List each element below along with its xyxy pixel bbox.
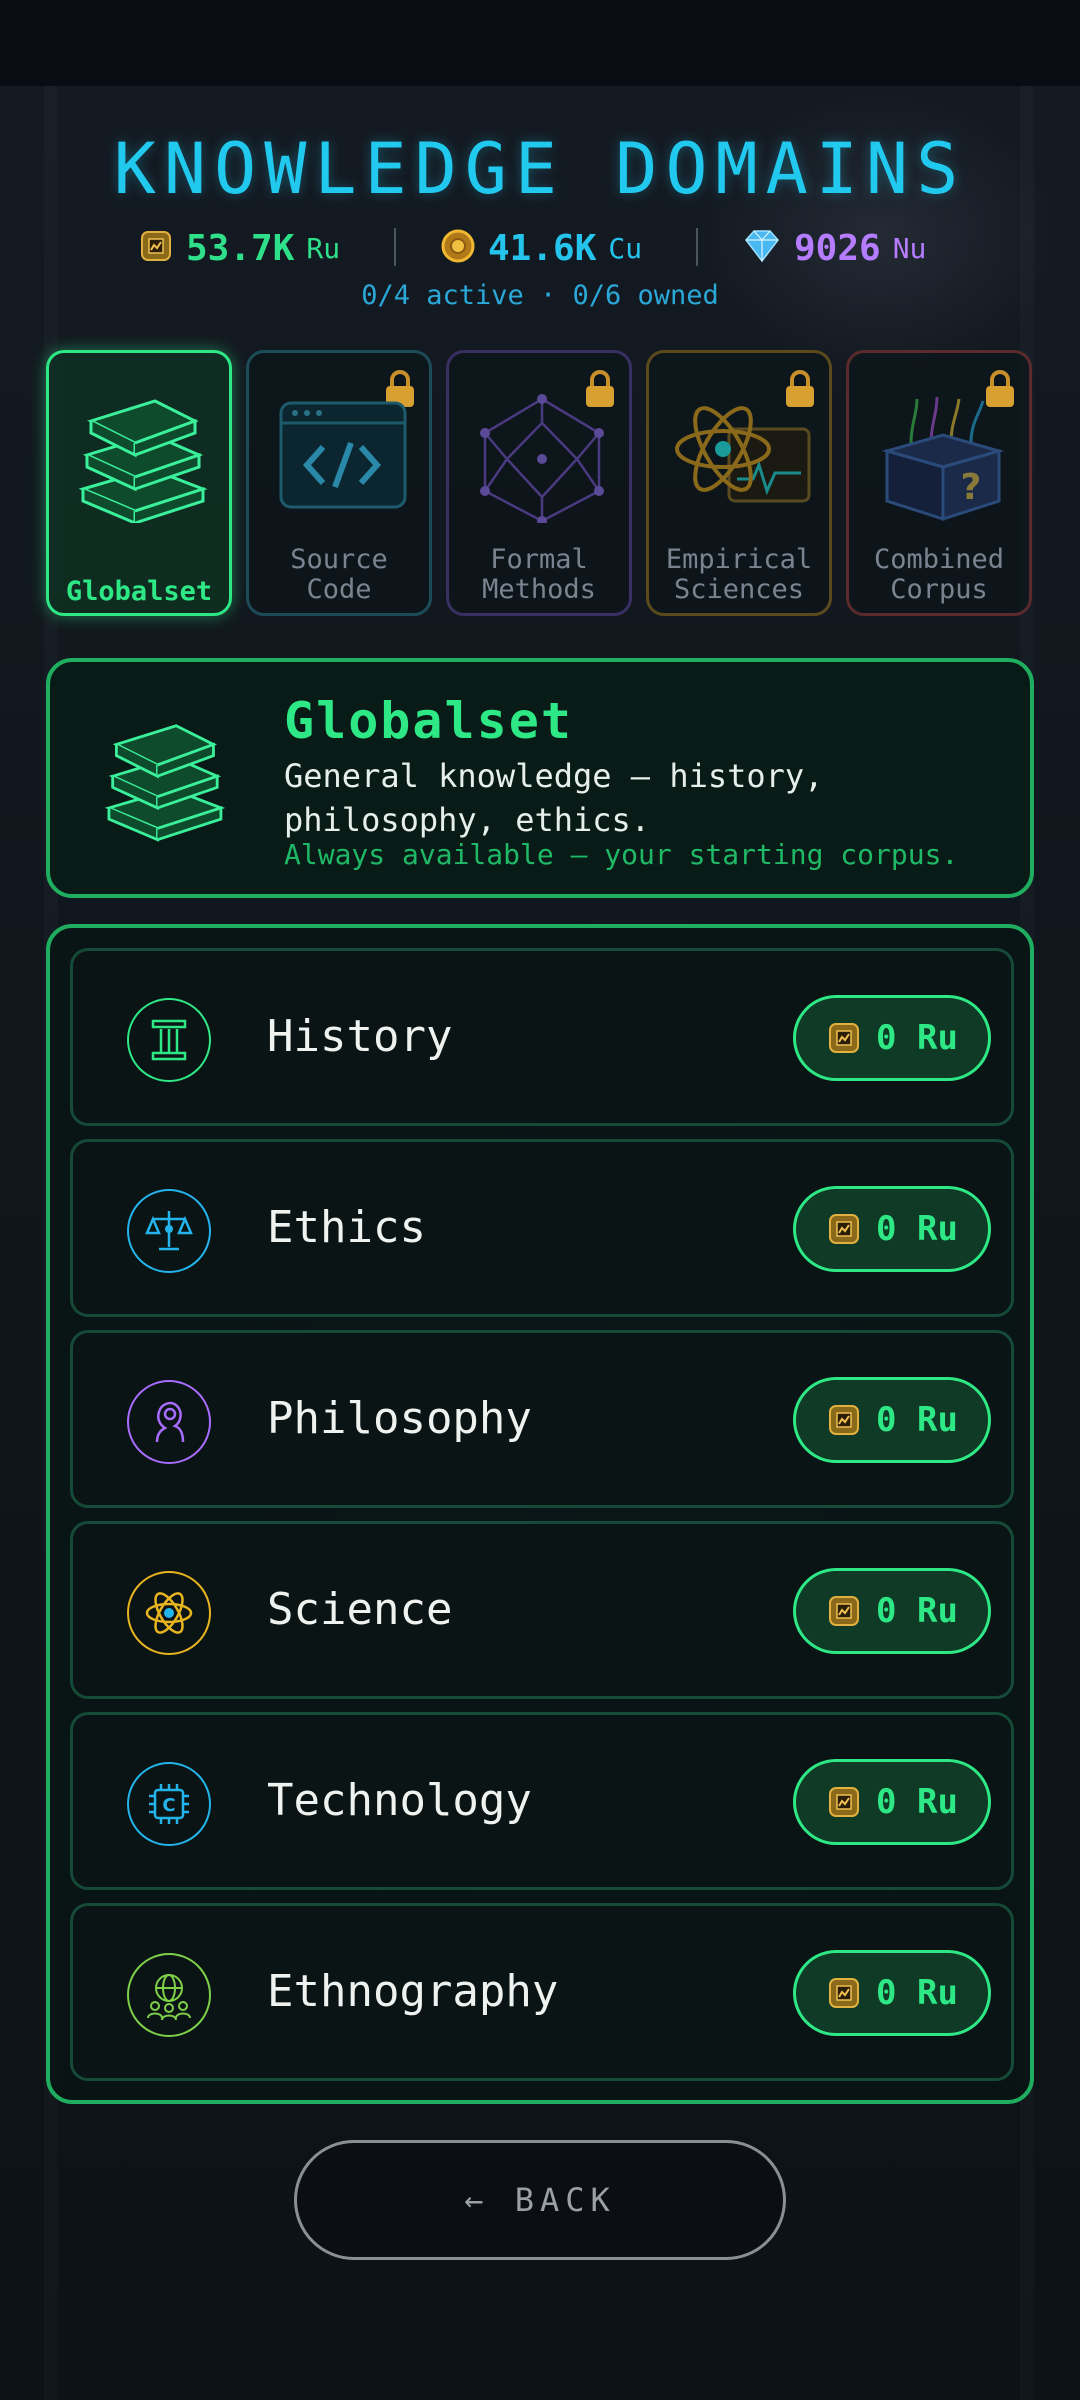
cost-button[interactable]: 0 Ru	[793, 995, 991, 1081]
domain-label: Ethics	[267, 1202, 426, 1253]
cost-button[interactable]: 0 Ru	[793, 1377, 991, 1463]
tile-label: Empirical Sciences	[665, 544, 813, 605]
cost-button[interactable]: 0 Ru	[793, 1950, 991, 2036]
tile-globalset[interactable]: Globalset	[46, 350, 232, 616]
tile-combined-corpus[interactable]: ? Combined Corpus	[846, 350, 1032, 616]
cost-amount: 0 Ru	[876, 1782, 958, 1822]
tile-empirical-sciences[interactable]: Empirical Sciences	[646, 350, 832, 616]
gold-coin-icon	[440, 228, 476, 268]
tile-formal-methods[interactable]: Formal Methods	[446, 350, 632, 616]
atom-monitor-icon	[675, 406, 811, 503]
currency-divider	[696, 228, 698, 266]
currency-ru: 53.7K Ru	[138, 226, 340, 270]
domain-list: History 0 Ru Ethics 0 Ru Philosophy 0 Ru…	[46, 924, 1034, 2104]
chip-coin-icon	[829, 1978, 860, 2008]
tile-label: Combined Corpus	[873, 544, 1005, 605]
selected-domain-title: Globalset	[284, 692, 573, 750]
domain-label: Technology	[267, 1775, 532, 1826]
chip-coin-icon	[829, 1405, 860, 1435]
thinker-head-icon	[127, 1380, 211, 1464]
currency-nu-unit: Nu	[892, 231, 927, 265]
cost-amount: 0 Ru	[876, 1209, 958, 1249]
books-icon	[78, 399, 208, 523]
domain-label: Philosophy	[267, 1393, 532, 1444]
cost-button[interactable]: 0 Ru	[793, 1186, 991, 1272]
status-bar	[0, 0, 1080, 86]
domain-label: History	[267, 1011, 453, 1062]
selected-domain-description: General knowledge — history, philosophy,…	[284, 757, 824, 839]
back-button[interactable]: ← BACK	[294, 2140, 786, 2260]
tile-label: Source Code	[290, 544, 388, 605]
list-item[interactable]: Science 0 Ru	[70, 1521, 1014, 1699]
tile-label: Formal Methods	[482, 544, 596, 605]
mystery-box-icon: ?	[881, 396, 1005, 522]
svg-text:?: ?	[961, 467, 982, 508]
selected-domain-card: Globalset General knowledge — history, p…	[46, 658, 1034, 898]
domain-label: Ethnography	[267, 1966, 559, 2017]
svg-text:C: C	[162, 1795, 175, 1816]
diamond-icon	[742, 228, 782, 268]
tile-source-code[interactable]: Source Code	[246, 350, 432, 616]
currency-cu-unit: Cu	[608, 231, 643, 265]
chip-coin-icon	[829, 1787, 860, 1817]
scales-icon	[127, 1189, 211, 1273]
page-title: KNOWLEDGE DOMAINS	[113, 128, 967, 210]
list-item[interactable]: Ethnography 0 Ru	[70, 1903, 1014, 2081]
currency-cu-value: 41.6K	[488, 227, 597, 269]
currency-nu-value: 9026	[794, 227, 881, 269]
selected-domain-note: Always available — your starting corpus.	[284, 838, 959, 871]
cost-button[interactable]: 0 Ru	[793, 1568, 991, 1654]
cost-button[interactable]: 0 Ru	[793, 1759, 991, 1845]
polyhedron-icon	[480, 394, 604, 523]
cost-amount: 0 Ru	[876, 1400, 958, 1440]
currency-ru-value: 53.7K	[186, 227, 295, 269]
currency-cu: 41.6K Cu	[440, 226, 642, 270]
cost-amount: 0 Ru	[876, 1018, 958, 1058]
books-icon	[104, 724, 226, 842]
list-item[interactable]: History 0 Ru	[70, 948, 1014, 1126]
chip-coin-icon	[829, 1596, 860, 1626]
currency-nu: 9026 Nu	[742, 226, 926, 270]
cost-amount: 0 Ru	[876, 1973, 958, 2013]
currency-divider	[394, 228, 396, 266]
column-icon	[127, 998, 211, 1082]
code-window-icon	[279, 401, 407, 509]
list-item[interactable]: Philosophy 0 Ru	[70, 1330, 1014, 1508]
list-item[interactable]: Ethics 0 Ru	[70, 1139, 1014, 1317]
chip-coin-icon	[829, 1023, 860, 1053]
chip-coin-icon	[829, 1214, 860, 1244]
chip-coin-icon	[138, 228, 174, 268]
tile-label: Globalset	[65, 576, 213, 607]
currency-ru-unit: Ru	[306, 231, 341, 265]
cpu-chip-icon: C	[127, 1762, 211, 1846]
list-item[interactable]: C Technology 0 Ru	[70, 1712, 1014, 1890]
globe-people-icon	[127, 1953, 211, 2037]
domain-label: Science	[267, 1584, 453, 1635]
atom-icon	[127, 1571, 211, 1655]
ownership-status: 0/4 active · 0/6 owned	[361, 280, 719, 311]
cost-amount: 0 Ru	[876, 1591, 958, 1631]
